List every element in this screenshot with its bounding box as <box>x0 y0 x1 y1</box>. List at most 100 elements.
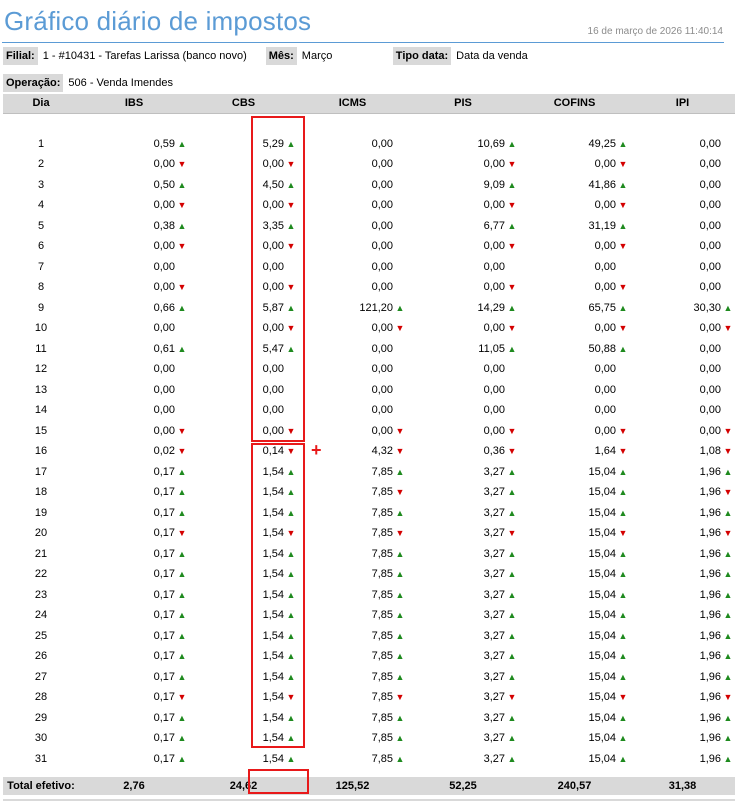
pis-value: 0,00 <box>483 424 505 437</box>
tipo-data-value: Data da venda <box>456 50 528 62</box>
icms-cell: 7,85 ▲ <box>298 646 407 667</box>
cofins-cell: 0,00 ▼ <box>519 318 630 339</box>
icms-value: 7,85 <box>371 527 393 540</box>
col-header-pis: PIS <box>407 94 519 113</box>
ipi-cell: 0,00 <box>630 236 735 257</box>
icms-total-value: 125,52 <box>298 777 407 797</box>
ipi-cell: 0,00 <box>630 216 735 237</box>
totals-body: Total efetivo: 2,76 24,62 125,52 52,25 240,57… <box>3 769 735 801</box>
ibs-cell: 0,38 ▲ <box>79 216 189 237</box>
triangle-up-icon: ▲ <box>177 343 187 354</box>
triangle-up-icon: ▲ <box>618 302 628 313</box>
col-header-icms: ICMS <box>298 94 407 113</box>
icms-cell: 7,85 ▲ <box>298 749 407 770</box>
ibs-value: 0,38 <box>153 219 175 232</box>
pis-value: 0,00 <box>483 240 505 253</box>
triangle-up-icon: ▲ <box>618 487 628 498</box>
pis-cell: 11,05 ▲ <box>407 339 519 360</box>
triangle-down-icon: ▼ <box>177 528 187 539</box>
day-cell: 29 <box>34 711 48 724</box>
ibs-value: 0,00 <box>153 404 175 417</box>
triangle-down-icon: ▼ <box>286 241 296 252</box>
icms-value: 7,85 <box>371 465 393 478</box>
triangle-down-icon: ▼ <box>395 692 405 703</box>
cofins-cell: 0,00 ▼ <box>519 195 630 216</box>
ipi-value: 1,96 <box>699 588 721 601</box>
cofins-cell: 15,04 ▲ <box>519 462 630 483</box>
table-row: 16 0,02 ▼ 0,14 ▼ 4,32 ▼ 0,36 ▼ 1,64 ▼ 1,08 ▼ <box>3 441 735 462</box>
pis-value: 0,00 <box>483 158 505 171</box>
triangle-up-icon: ▲ <box>507 630 517 641</box>
cbs-value: 0,00 <box>262 260 284 273</box>
triangle-down-icon: ▼ <box>286 528 296 539</box>
triangle-up-icon: ▲ <box>723 733 733 744</box>
pis-cell: 3,27 ▲ <box>407 462 519 483</box>
ibs-cell: 0,17 ▲ <box>79 708 189 729</box>
icms-cell: 7,85 ▲ <box>298 503 407 524</box>
cbs-cell: 1,54 ▲ <box>189 626 298 647</box>
icms-cell: 0,00 <box>298 339 407 360</box>
icms-value: 0,00 <box>371 404 393 417</box>
ibs-value: 0,17 <box>153 506 175 519</box>
ibs-cell: 0,61 ▲ <box>79 339 189 360</box>
ibs-cell: 0,17 ▲ <box>79 564 189 585</box>
col-header-cbs: CBS <box>189 94 298 113</box>
cofins-value: 15,04 <box>588 752 616 765</box>
pis-value: 3,27 <box>483 711 505 724</box>
pis-value: 0,00 <box>483 383 505 396</box>
cbs-cell: 0,00 <box>189 400 298 421</box>
icms-value: 0,00 <box>371 240 393 253</box>
icms-cell: 7,85 ▲ <box>298 667 407 688</box>
pis-cell: 3,27 ▲ <box>407 482 519 503</box>
triangle-up-icon: ▲ <box>286 630 296 641</box>
total-label: Total efetivo: <box>3 777 79 797</box>
ipi-cell: 0,00 <box>630 134 735 155</box>
pis-total-value: 101,23 <box>407 797 519 801</box>
triangle-down-icon: ▼ <box>618 200 628 211</box>
icms-value: 7,85 <box>371 547 393 560</box>
ipi-cell: 1,08 ▼ <box>630 441 735 462</box>
triangle-up-icon: ▲ <box>723 507 733 518</box>
ibs-value: 0,17 <box>153 732 175 745</box>
cofins-value: 15,04 <box>588 486 616 499</box>
ipi-cell: 1,96 ▼ <box>630 523 735 544</box>
ibs-cell: 0,00 <box>79 380 189 401</box>
triangle-up-icon: ▲ <box>395 671 405 682</box>
day-cell: 10 <box>34 322 48 335</box>
ipi-value: 30,30 <box>693 301 721 314</box>
triangle-down-icon: ▼ <box>507 282 517 293</box>
pis-value: 14,29 <box>477 301 505 314</box>
icms-cell: 7,85 ▼ <box>298 687 407 708</box>
triangle-up-icon: ▲ <box>286 651 296 662</box>
icms-value: 0,00 <box>371 322 393 335</box>
ipi-cell: 0,00 <box>630 380 735 401</box>
triangle-down-icon: ▼ <box>723 425 733 436</box>
pis-value: 3,27 <box>483 629 505 642</box>
icms-cell: 7,85 ▲ <box>298 728 407 749</box>
triangle-down-icon: ▼ <box>507 323 517 334</box>
icms-value: 0,00 <box>371 383 393 396</box>
ibs-value: 0,00 <box>153 424 175 437</box>
icms-cell: 0,00 <box>298 154 407 175</box>
cofins-cell: 31,19 ▲ <box>519 216 630 237</box>
triangle-up-icon: ▲ <box>618 138 628 149</box>
ipi-cell: 1,96 ▲ <box>630 544 735 565</box>
pis-value: 3,27 <box>483 547 505 560</box>
icms-value: 7,85 <box>371 506 393 519</box>
ipi-value: 1,96 <box>699 670 721 683</box>
triangle-up-icon: ▲ <box>723 466 733 477</box>
pis-cell: 3,27 ▲ <box>407 544 519 565</box>
cofins-cell: 15,04 ▼ <box>519 687 630 708</box>
triangle-up-icon: ▲ <box>618 569 628 580</box>
day-cell: 22 <box>34 568 48 581</box>
triangle-down-icon: ▼ <box>395 425 405 436</box>
icms-value: 0,00 <box>371 260 393 273</box>
ipi-cell: 1,96 ▲ <box>630 605 735 626</box>
filter-row-1: Filial: 1 - #10431 - Tarefas Larissa (ba… <box>3 47 533 65</box>
pis-value: 0,00 <box>483 260 505 273</box>
table-row: 2 0,00 ▼ 0,00 ▼ 0,00 0,00 ▼ 0,00 ▼ 0,00 <box>3 154 735 175</box>
icms-cell: 7,85 ▲ <box>298 544 407 565</box>
ibs-cell: 0,17 ▲ <box>79 667 189 688</box>
mes-label: Mês: <box>265 47 297 65</box>
triangle-down-icon: ▼ <box>723 692 733 703</box>
